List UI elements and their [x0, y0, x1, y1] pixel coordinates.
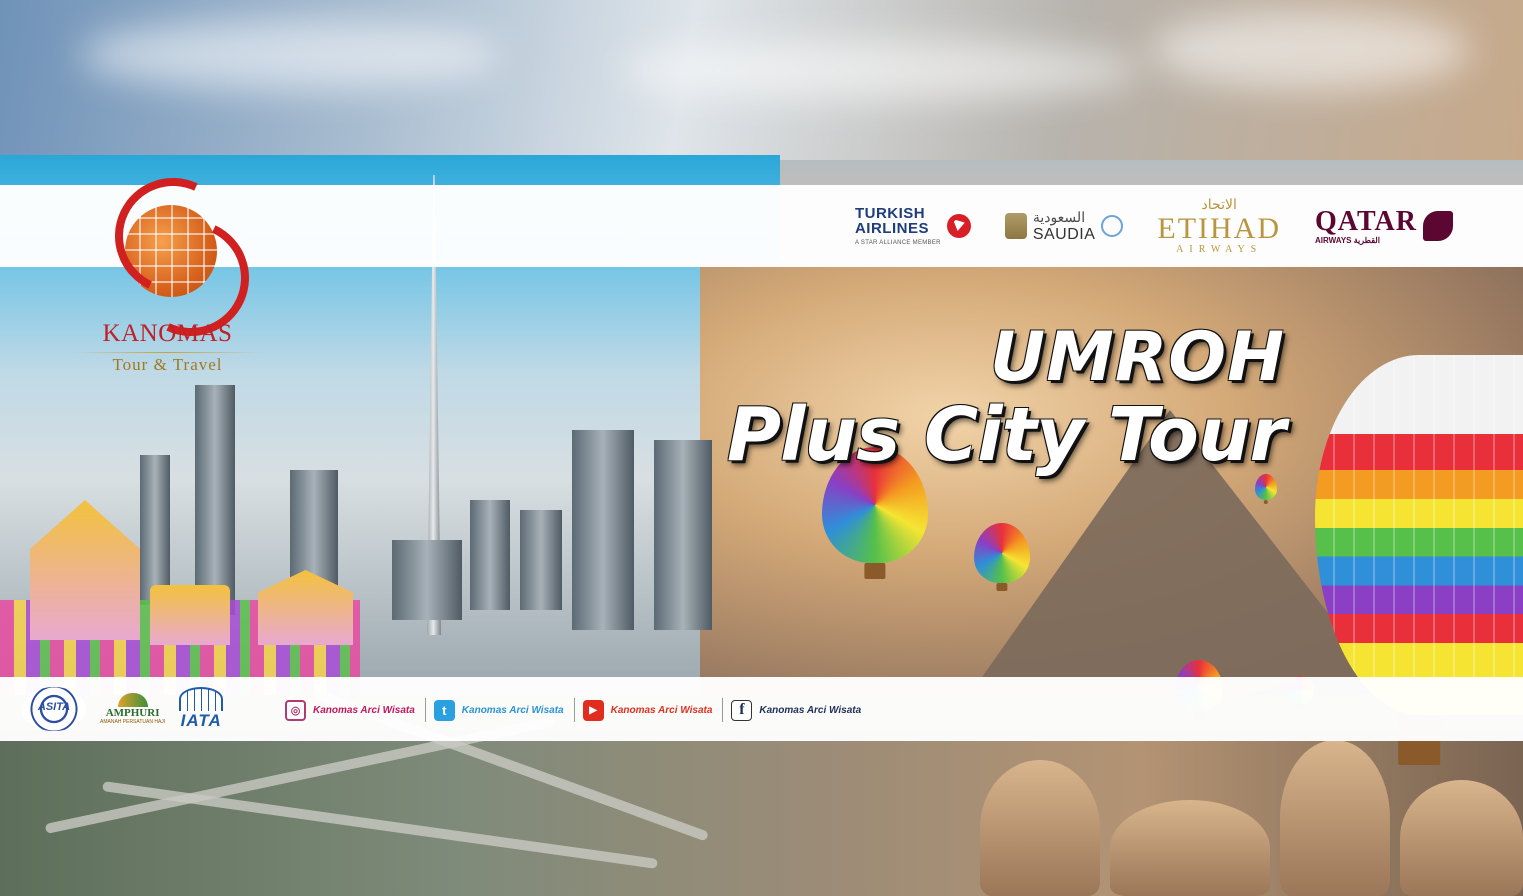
- saudia-logo: السعودية SAUDIA: [1004, 208, 1124, 244]
- social-link-youtube[interactable]: ▶ Kanomas Arci Wisata: [582, 699, 713, 721]
- promo-banner: TURKISH AIRLINES A STAR ALLIANCE MEMBER …: [0, 0, 1523, 896]
- twitter-icon: t: [433, 699, 455, 721]
- amphuri-logo: AMPHURI AMANAH PERSATUAN HAJI: [100, 693, 165, 725]
- asita-label: ASITA: [37, 701, 71, 713]
- headline: UMROH Plus City Tour: [726, 318, 1286, 478]
- instagram-icon: ◎: [285, 699, 306, 721]
- amphuri-sub: AMANAH PERSATUAN HAJI: [100, 719, 166, 725]
- airline-logos: TURKISH AIRLINES A STAR ALLIANCE MEMBER …: [855, 190, 1453, 262]
- cloud: [620, 40, 1140, 100]
- youtube-icon: ▶: [582, 699, 604, 721]
- brand-divider: [75, 352, 260, 353]
- building: [654, 440, 712, 630]
- etihad-name: ETIHAD: [1157, 212, 1282, 245]
- headline-line2: Plus City Tour: [726, 392, 1286, 478]
- building: [572, 430, 634, 630]
- skyteam-icon: [1101, 215, 1124, 237]
- building: [520, 510, 562, 610]
- iata-globe-icon: [179, 687, 224, 711]
- turkish-line2: AIRLINES: [854, 220, 929, 237]
- rock-formation: [1400, 780, 1523, 896]
- turkish-airlines-icon: [946, 214, 971, 238]
- building: [140, 455, 170, 605]
- iata-label: IATA: [180, 711, 222, 730]
- facebook-handle: Kanomas Arci Wisata: [759, 704, 862, 716]
- etihad-logo: الاتحاد ETIHAD AIRWAYS: [1157, 197, 1281, 255]
- building: [470, 500, 510, 610]
- kanomas-logo: KANOMAS Tour & Travel: [75, 161, 266, 385]
- social-link-instagram[interactable]: ◎ Kanomas Arci Wisata: [285, 699, 415, 721]
- instagram-handle: Kanomas Arci Wisata: [313, 704, 415, 716]
- facebook-icon: f: [731, 699, 753, 721]
- association-logos: ASITA AMPHURI AMANAH PERSATUAN HAJI IATA: [22, 686, 224, 732]
- building: [195, 385, 235, 615]
- divider: [573, 698, 575, 722]
- youtube-handle: Kanomas Arci Wisata: [610, 704, 713, 716]
- divider: [424, 698, 426, 722]
- cloud: [80, 20, 500, 90]
- oryx-icon: [1423, 211, 1453, 241]
- rock-formation: [980, 760, 1100, 896]
- palm-swords-icon: [1004, 213, 1027, 239]
- saudia-arabic: السعودية: [1032, 208, 1086, 225]
- qatar-name: QATAR: [1315, 205, 1417, 237]
- hot-air-balloon: [974, 523, 1030, 583]
- asita-logo: ASITA: [22, 687, 86, 731]
- turkish-sub: A STAR ALLIANCE MEMBER: [854, 240, 941, 246]
- divider: [722, 698, 724, 722]
- turkish-line1: TURKISH: [854, 205, 926, 222]
- qatar-airways-logo: QATAR AIRWAYS القطرية: [1315, 205, 1453, 245]
- flower-house: [150, 585, 230, 645]
- saudia-name: SAUDIA: [1032, 225, 1096, 243]
- building: [392, 540, 462, 620]
- iata-logo: IATA: [179, 687, 224, 731]
- social-link-facebook[interactable]: f Kanomas Arci Wisata: [731, 699, 862, 721]
- amphuri-mark-icon: [117, 693, 148, 707]
- brand-name: KANOMAS: [102, 320, 233, 347]
- rock-formation: [1110, 800, 1270, 896]
- etihad-sub: AIRWAYS: [1176, 244, 1263, 255]
- twitter-handle: Kanomas Arci Wisata: [461, 704, 564, 716]
- social-links: ◎ Kanomas Arci Wisata t Kanomas Arci Wis…: [285, 697, 863, 723]
- turkish-airlines-logo: TURKISH AIRLINES A STAR ALLIANCE MEMBER: [855, 206, 971, 246]
- rock-formation: [1280, 740, 1390, 896]
- headline-line1: UMROH: [990, 318, 1285, 397]
- social-link-twitter[interactable]: t Kanomas Arci Wisata: [433, 699, 564, 721]
- amphuri-label: AMPHURI: [105, 707, 160, 719]
- brand-tagline: Tour & Travel: [112, 355, 223, 374]
- qatar-sub: AIRWAYS القطرية: [1315, 235, 1380, 245]
- cloud: [1150, 10, 1470, 90]
